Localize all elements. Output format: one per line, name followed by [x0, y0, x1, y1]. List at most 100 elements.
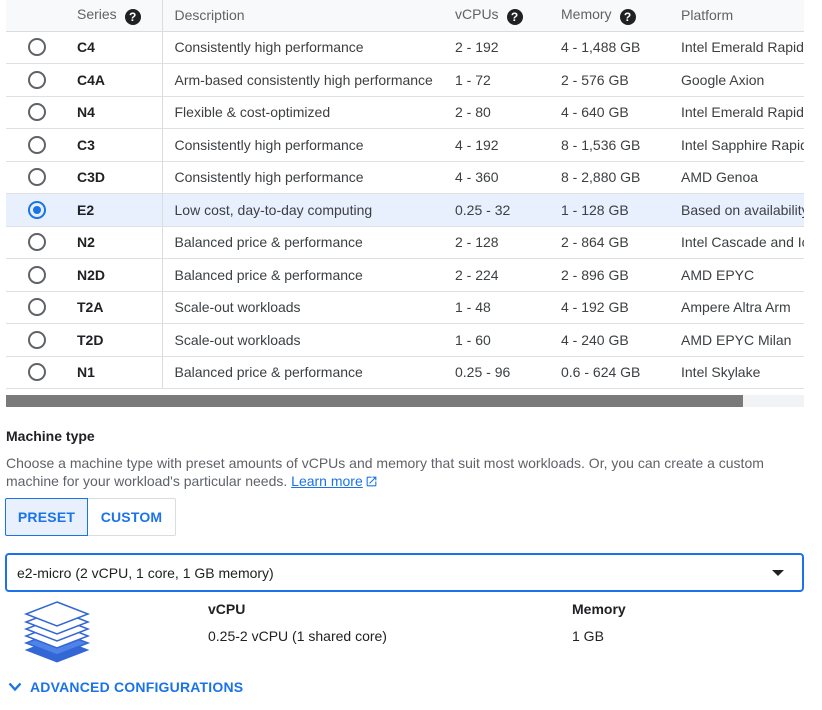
learn-more-text: Learn more [291, 473, 363, 489]
vcpus-cell: 1 - 60 [449, 323, 555, 357]
series-cell: N2D [68, 258, 162, 292]
series-cell: C4 [68, 31, 162, 64]
vcpus-cell: 1 - 48 [449, 291, 555, 324]
series-radio-t2d[interactable] [28, 330, 46, 349]
header-description: Description [161, 0, 449, 32]
platform-cell: AMD EPYC Milan [671, 323, 804, 357]
series-radio-n2[interactable] [28, 233, 46, 252]
series-radio-t2a[interactable] [28, 298, 46, 317]
radio-cell [6, 161, 68, 194]
radio-cell [6, 96, 68, 129]
series-cell: N4 [68, 96, 162, 129]
table-row[interactable]: T2A Scale-out workloads 1 - 48 4 - 192 GB Am… [6, 291, 804, 324]
table-row[interactable]: T2D Scale-out workloads 1 - 60 4 - 240 GB AM… [6, 323, 804, 357]
description-cell: Arm-based consistently high performance [161, 63, 449, 97]
vcpus-cell: 0.25 - 96 [449, 356, 555, 389]
learn-more-link[interactable]: Learn more [291, 473, 363, 489]
memory-cell: 0.6 - 624 GB [555, 356, 671, 389]
table-body: C4 Consistently high performance 2 - 192 4 … [6, 31, 804, 389]
memory-value: 1 GB [572, 628, 604, 644]
table-row[interactable]: C4A Arm-based consistently high performan… [6, 63, 804, 97]
radio-cell [6, 226, 68, 259]
series-cell: T2D [68, 323, 162, 357]
vcpus-cell: 2 - 224 [449, 258, 555, 292]
platform-cell: AMD Genoa [671, 161, 804, 194]
series-radio-n1[interactable] [28, 363, 46, 382]
vcpus-cell: 4 - 360 [449, 161, 555, 194]
machine-type-select[interactable]: e2-micro (2 vCPU, 1 core, 1 GB memory) [5, 553, 804, 592]
series-radio-c3d[interactable] [28, 168, 46, 187]
preset-button[interactable]: PRESET [5, 498, 88, 536]
table-row[interactable]: C3D Consistently high performance 4 - 360 8… [6, 161, 804, 194]
vcpu-value: 0.25-2 vCPU (1 shared core) [208, 628, 387, 644]
header-radio-cell [6, 0, 68, 32]
advanced-configurations-label: ADVANCED CONFIGURATIONS [30, 679, 244, 695]
series-radio-n2d[interactable] [28, 265, 46, 284]
table-row[interactable]: N2D Balanced price & performance 2 - 224 2 … [6, 258, 804, 292]
description-cell: Consistently high performance [161, 161, 449, 194]
table-row[interactable]: E2 Low cost, day-to-day computing 0.25 - 3… [6, 193, 804, 227]
vcpus-cell: 4 - 192 [449, 128, 555, 162]
radio-cell [6, 291, 68, 324]
description-cell: Balanced price & performance [161, 356, 449, 389]
help-icon[interactable]: ? [124, 8, 141, 25]
table-row[interactable]: N2 Balanced price & performance 2 - 128 2 -… [6, 226, 804, 259]
header-series-label: Series [77, 5, 117, 22]
description-cell: Flexible & cost-optimized [161, 96, 449, 129]
memory-cell: 1 - 128 GB [555, 193, 671, 227]
machine-type-heading: Machine type [6, 428, 95, 444]
series-radio-c3[interactable] [28, 135, 46, 154]
description-cell: Scale-out workloads [161, 291, 449, 324]
platform-cell: Google Axion [671, 63, 804, 97]
series-radio-c4a[interactable] [28, 70, 46, 89]
machine-type-description: Choose a machine type with preset amount… [6, 454, 806, 490]
table-row[interactable]: C3 Consistently high performance 4 - 192 8 … [6, 128, 804, 162]
vcpu-heading: vCPU [208, 601, 246, 617]
horizontal-scrollbar[interactable] [6, 395, 804, 407]
memory-cell: 4 - 640 GB [555, 96, 671, 129]
description-cell: Consistently high performance [161, 31, 449, 64]
memory-cell: 4 - 192 GB [555, 291, 671, 324]
header-series: Series? [68, 0, 162, 32]
machine-series-table-container: Series? Description vCPUs? Memory? Platf… [6, 0, 804, 408]
description-cell: Balanced price & performance [161, 226, 449, 259]
header-vcpus-label: vCPUs [455, 5, 499, 22]
radio-cell [6, 193, 68, 227]
header-vcpus: vCPUs? [449, 0, 555, 32]
table-row[interactable]: N4 Flexible & cost-optimized 2 - 80 4 - 640… [6, 96, 804, 129]
platform-cell: Based on availability [671, 193, 804, 227]
vcpus-cell: 2 - 192 [449, 31, 555, 64]
radio-cell [6, 63, 68, 97]
radio-cell [6, 258, 68, 292]
machine-series-table: Series? Description vCPUs? Memory? Platf… [6, 0, 804, 389]
memory-cell: 2 - 896 GB [555, 258, 671, 292]
series-radio-n4[interactable] [28, 103, 46, 122]
vcpus-cell: 2 - 128 [449, 226, 555, 259]
series-cell: E2 [68, 193, 162, 227]
series-radio-e2[interactable] [28, 200, 46, 219]
vcpus-cell: 2 - 80 [449, 96, 555, 129]
help-icon[interactable]: ? [506, 8, 523, 25]
memory-cell: 4 - 240 GB [555, 323, 671, 357]
memory-cell: 2 - 576 GB [555, 63, 671, 97]
series-radio-c4[interactable] [28, 38, 46, 57]
vcpus-cell: 0.25 - 32 [449, 193, 555, 227]
machine-type-mode-toggle: PRESET CUSTOM [5, 498, 176, 536]
platform-cell: Intel Skylake [671, 356, 804, 389]
custom-button[interactable]: CUSTOM [88, 498, 176, 536]
table-row[interactable]: C4 Consistently high performance 2 - 192 4 … [6, 31, 804, 64]
series-cell: N1 [68, 356, 162, 389]
scrollbar-thumb[interactable] [6, 395, 743, 407]
external-link-icon[interactable] [365, 475, 378, 488]
memory-cell: 8 - 2,880 GB [555, 161, 671, 194]
machine-stack-icon [23, 601, 91, 663]
table-row[interactable]: N1 Balanced price & performance 0.25 - 96 0… [6, 356, 804, 389]
advanced-configurations-toggle[interactable]: ADVANCED CONFIGURATIONS [8, 679, 243, 695]
series-cell: C3 [68, 128, 162, 162]
series-cell: N2 [68, 226, 162, 259]
vcpus-cell: 1 - 72 [449, 63, 555, 97]
radio-cell [6, 128, 68, 162]
platform-cell: Intel Cascade and Ice Lake [671, 226, 804, 259]
help-icon[interactable]: ? [619, 8, 636, 25]
header-memory-label: Memory [561, 5, 612, 22]
